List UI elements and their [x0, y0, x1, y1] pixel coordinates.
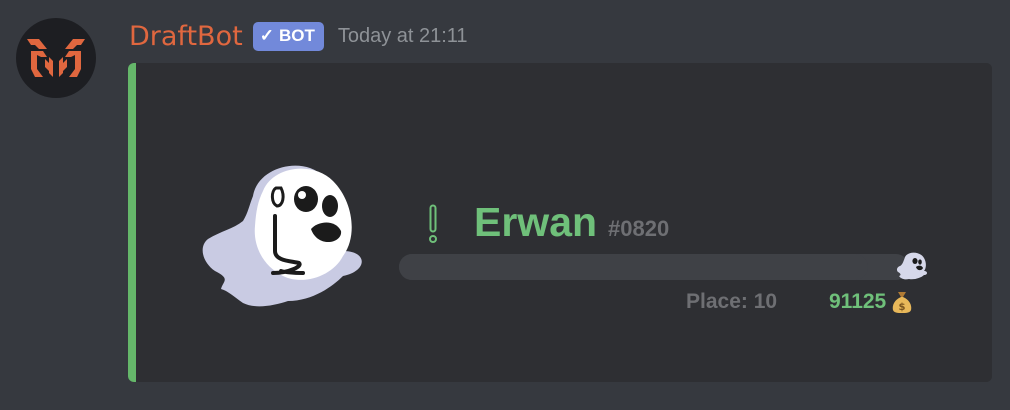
- progress-bar: [399, 254, 909, 280]
- chat-message: DraftBot ✓ BOT Today at 21:11 Erwan #082…: [0, 0, 1010, 410]
- profile-username: Erwan: [474, 199, 598, 245]
- money-amount: 91125: [829, 290, 887, 313]
- leaderboard-place: Place: 10: [686, 290, 778, 313]
- draftbot-logo-icon: [27, 39, 85, 77]
- bot-badge-label: BOT: [278, 26, 315, 45]
- message-embed: Erwan #0820 Place: 10 91125 $: [128, 63, 992, 382]
- ghost-icon: [896, 252, 927, 280]
- profile-card: Erwan #0820 Place: 10 91125 $: [136, 63, 992, 382]
- money-bag-icon: $: [892, 292, 912, 313]
- progress-bar-fill: [399, 254, 869, 280]
- message-timestamp[interactable]: Today at 21:11: [338, 25, 468, 48]
- exclamation-icon: [429, 204, 437, 243]
- embed-accent-bar: [128, 63, 136, 382]
- svg-text:$: $: [899, 302, 906, 313]
- verified-check-icon: ✓: [259, 26, 274, 45]
- message-header: DraftBot ✓ BOT Today at 21:11: [129, 16, 468, 56]
- bot-avatar[interactable]: [16, 18, 96, 98]
- ghost-icon: [202, 165, 362, 307]
- bot-badge: ✓ BOT: [252, 21, 324, 51]
- profile-discriminator: #0820: [608, 216, 670, 241]
- author-name[interactable]: DraftBot: [129, 23, 243, 50]
